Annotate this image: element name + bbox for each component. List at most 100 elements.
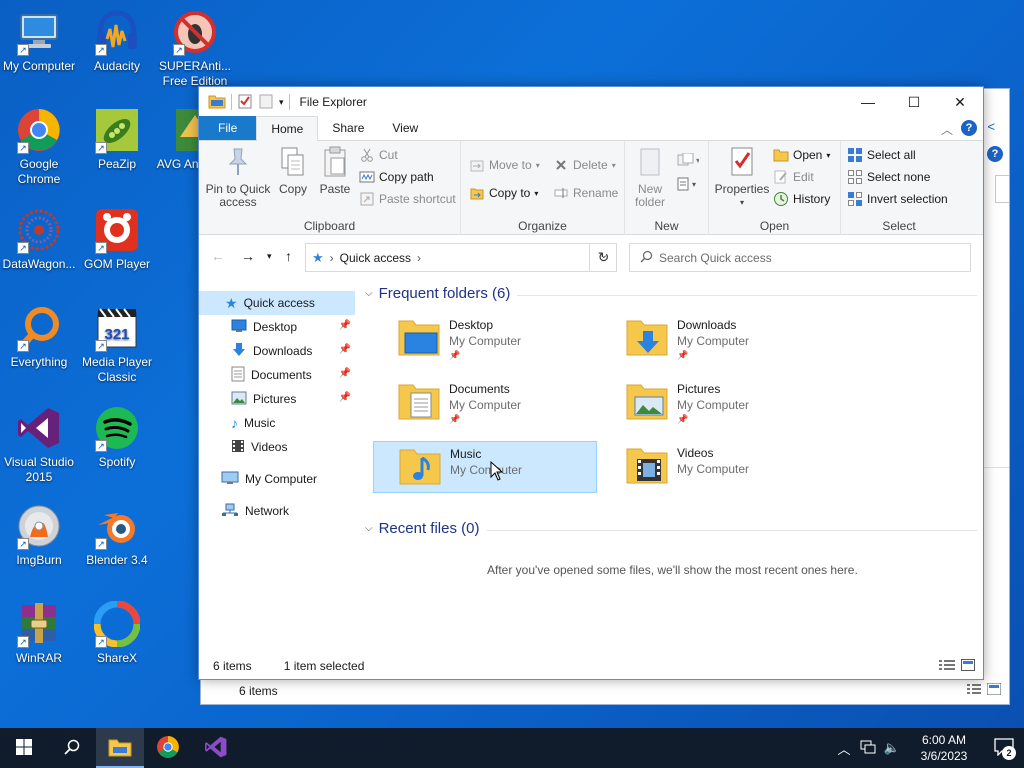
- desktop-icon-blender[interactable]: ↗ Blender 3.4: [78, 502, 156, 568]
- folder-tile-music[interactable]: Music My Computer: [373, 441, 597, 493]
- help-icon[interactable]: ?: [987, 146, 1003, 162]
- desktop-icon-google-chrome[interactable]: ↗ Google Chrome: [0, 106, 78, 187]
- nav-item-pictures[interactable]: Pictures 📌: [199, 387, 355, 411]
- start-button[interactable]: [0, 728, 48, 768]
- pin-icon[interactable]: 📌: [339, 392, 351, 403]
- breadcrumb-quick-access[interactable]: Quick access: [340, 251, 411, 265]
- pin-icon[interactable]: 📌: [339, 320, 351, 331]
- nav-item-desktop[interactable]: Desktop 📌: [199, 315, 355, 339]
- folder-tile-desktop[interactable]: Desktop My Computer 📌: [373, 313, 597, 365]
- network-status-icon[interactable]: [856, 740, 880, 757]
- folder-tile-downloads[interactable]: Downloads My Computer 📌: [601, 313, 825, 365]
- folder-tile-pictures[interactable]: Pictures My Computer 📌: [601, 377, 825, 429]
- maximize-button[interactable]: ☐: [891, 87, 937, 117]
- help-icon[interactable]: ?: [961, 120, 977, 136]
- new-folder-small-icon[interactable]: [258, 93, 274, 112]
- pin-icon[interactable]: 📌: [339, 368, 351, 379]
- open-button[interactable]: Open ▾: [773, 145, 830, 165]
- rename-button[interactable]: Rename: [553, 183, 618, 203]
- paste-button[interactable]: Paste: [317, 145, 353, 196]
- easy-access-icon[interactable]: ▾: [677, 177, 699, 194]
- tab-file[interactable]: File: [199, 116, 257, 140]
- desktop-icon-visual-studio[interactable]: Visual Studio 2015: [0, 404, 78, 485]
- desktop-icon-datawagon[interactable]: ↗ DataWagon...: [0, 206, 78, 272]
- tab-home[interactable]: Home: [256, 116, 319, 141]
- taskbar-visual-studio[interactable]: [192, 728, 240, 768]
- visual-studio-icon: [15, 404, 63, 452]
- nav-item-documents[interactable]: Documents 📌: [199, 363, 355, 387]
- properties-check-icon[interactable]: [237, 93, 253, 112]
- cut-button[interactable]: Cut: [359, 145, 398, 165]
- recent-locations-chevron-icon[interactable]: ▾: [267, 251, 272, 262]
- folder-icon[interactable]: [208, 93, 226, 112]
- search-box[interactable]: [629, 243, 971, 272]
- tab-share[interactable]: Share: [318, 116, 378, 140]
- minimize-ribbon-icon[interactable]: ︿: [941, 121, 953, 138]
- chevron-left-icon[interactable]: <: [987, 119, 995, 134]
- title-bar[interactable]: ▾ File Explorer — ☐ ✕: [199, 87, 983, 117]
- volume-icon[interactable]: 🔈: [880, 740, 904, 756]
- frequent-folders-header[interactable]: ⌵ Frequent folders (6): [365, 285, 510, 302]
- nav-item-music[interactable]: ♪ Music: [199, 411, 355, 435]
- invert-selection-button[interactable]: Invert selection: [847, 189, 948, 209]
- select-all-button[interactable]: Select all: [847, 145, 916, 165]
- folder-tile-videos[interactable]: Videos My Computer: [601, 441, 825, 493]
- back-arrow-icon[interactable]: ←: [211, 248, 225, 264]
- desktop-icon-winrar[interactable]: ↗ WinRAR: [0, 600, 78, 666]
- nav-item-network[interactable]: Network: [199, 499, 355, 523]
- desktop-icon-gom-player[interactable]: ↗ GOM Player: [78, 206, 156, 272]
- copy-path-button[interactable]: Copy path: [359, 167, 434, 187]
- pin-icon[interactable]: 📌: [339, 344, 351, 355]
- taskbar-file-explorer[interactable]: [96, 728, 144, 768]
- new-item-icon[interactable]: ▾: [677, 152, 700, 170]
- desktop-icon-imgburn[interactable]: ↗ ImgBurn: [0, 502, 78, 568]
- history-button[interactable]: History: [773, 189, 830, 209]
- recent-files-header[interactable]: ⌵ Recent files (0): [365, 520, 479, 537]
- background-search-field[interactable]: [995, 175, 1009, 203]
- tiles-view-icon[interactable]: [986, 682, 1002, 698]
- paste-shortcut-button[interactable]: Paste shortcut: [359, 189, 456, 209]
- customize-dropdown-icon[interactable]: ▾: [279, 97, 284, 108]
- minimize-button[interactable]: —: [845, 87, 891, 117]
- close-button[interactable]: ✕: [937, 87, 983, 117]
- up-arrow-icon[interactable]: ↑: [285, 248, 292, 264]
- edit-button[interactable]: Edit: [773, 167, 814, 187]
- tab-view[interactable]: View: [378, 116, 432, 140]
- show-hidden-icons-chevron-icon[interactable]: ︿: [832, 739, 856, 758]
- clock[interactable]: 6:00 AM 3/6/2023: [904, 732, 984, 764]
- nav-item-videos[interactable]: Videos: [199, 435, 355, 459]
- desktop-icon-sharex[interactable]: ↗ ShareX: [78, 600, 156, 666]
- delete-button[interactable]: Delete ▾: [553, 155, 616, 175]
- details-view-icon[interactable]: [967, 683, 981, 698]
- action-center-button[interactable]: 2: [984, 728, 1024, 768]
- desktop-icon-audacity[interactable]: ↗ Audacity: [78, 8, 156, 74]
- nav-item-downloads[interactable]: Downloads 📌: [199, 339, 355, 363]
- new-folder-button[interactable]: New folder: [629, 145, 671, 209]
- folder-tile-documents[interactable]: Documents My Computer 📌: [373, 377, 597, 429]
- taskbar-chrome[interactable]: [144, 728, 192, 768]
- breadcrumb-separator-icon[interactable]: ›: [417, 251, 421, 265]
- desktop-icon-everything[interactable]: ↗ Everything: [0, 304, 78, 370]
- select-none-button[interactable]: Select none: [847, 167, 930, 187]
- desktop-icon-superantispyware[interactable]: ↗ SUPERAnti... Free Edition: [156, 8, 234, 89]
- nav-item-quick-access[interactable]: ★ Quick access: [199, 291, 355, 315]
- document-icon: [231, 366, 245, 385]
- move-to-button[interactable]: Move to ▾: [469, 155, 540, 175]
- refresh-button[interactable]: ↻: [589, 243, 617, 272]
- address-bar[interactable]: ★ › Quick access › ⌄: [305, 243, 617, 272]
- desktop-icon-media-player-classic[interactable]: 321 ↗ Media Player Classic: [78, 304, 156, 385]
- desktop-icon-peazip[interactable]: ↗ PeaZip: [78, 106, 156, 172]
- search-input[interactable]: [659, 250, 949, 265]
- copy-button[interactable]: Copy: [275, 145, 311, 196]
- details-view-icon[interactable]: [939, 659, 955, 674]
- desktop-icon-my-computer[interactable]: ↗ My Computer: [0, 8, 78, 74]
- search-button[interactable]: [48, 728, 96, 768]
- copy-to-button[interactable]: Copy to ▾: [469, 183, 538, 203]
- file-explorer-window[interactable]: ▾ File Explorer — ☐ ✕ File Home Share Vi…: [198, 86, 984, 680]
- tiles-view-icon[interactable]: [961, 659, 975, 674]
- pin-to-quick-access-button[interactable]: Pin to Quick access: [203, 145, 273, 209]
- properties-button[interactable]: Properties ▾: [713, 145, 771, 209]
- desktop-icon-spotify[interactable]: ↗ Spotify: [78, 404, 156, 470]
- nav-item-my-computer[interactable]: My Computer: [199, 467, 355, 491]
- forward-arrow-icon[interactable]: →: [241, 248, 255, 264]
